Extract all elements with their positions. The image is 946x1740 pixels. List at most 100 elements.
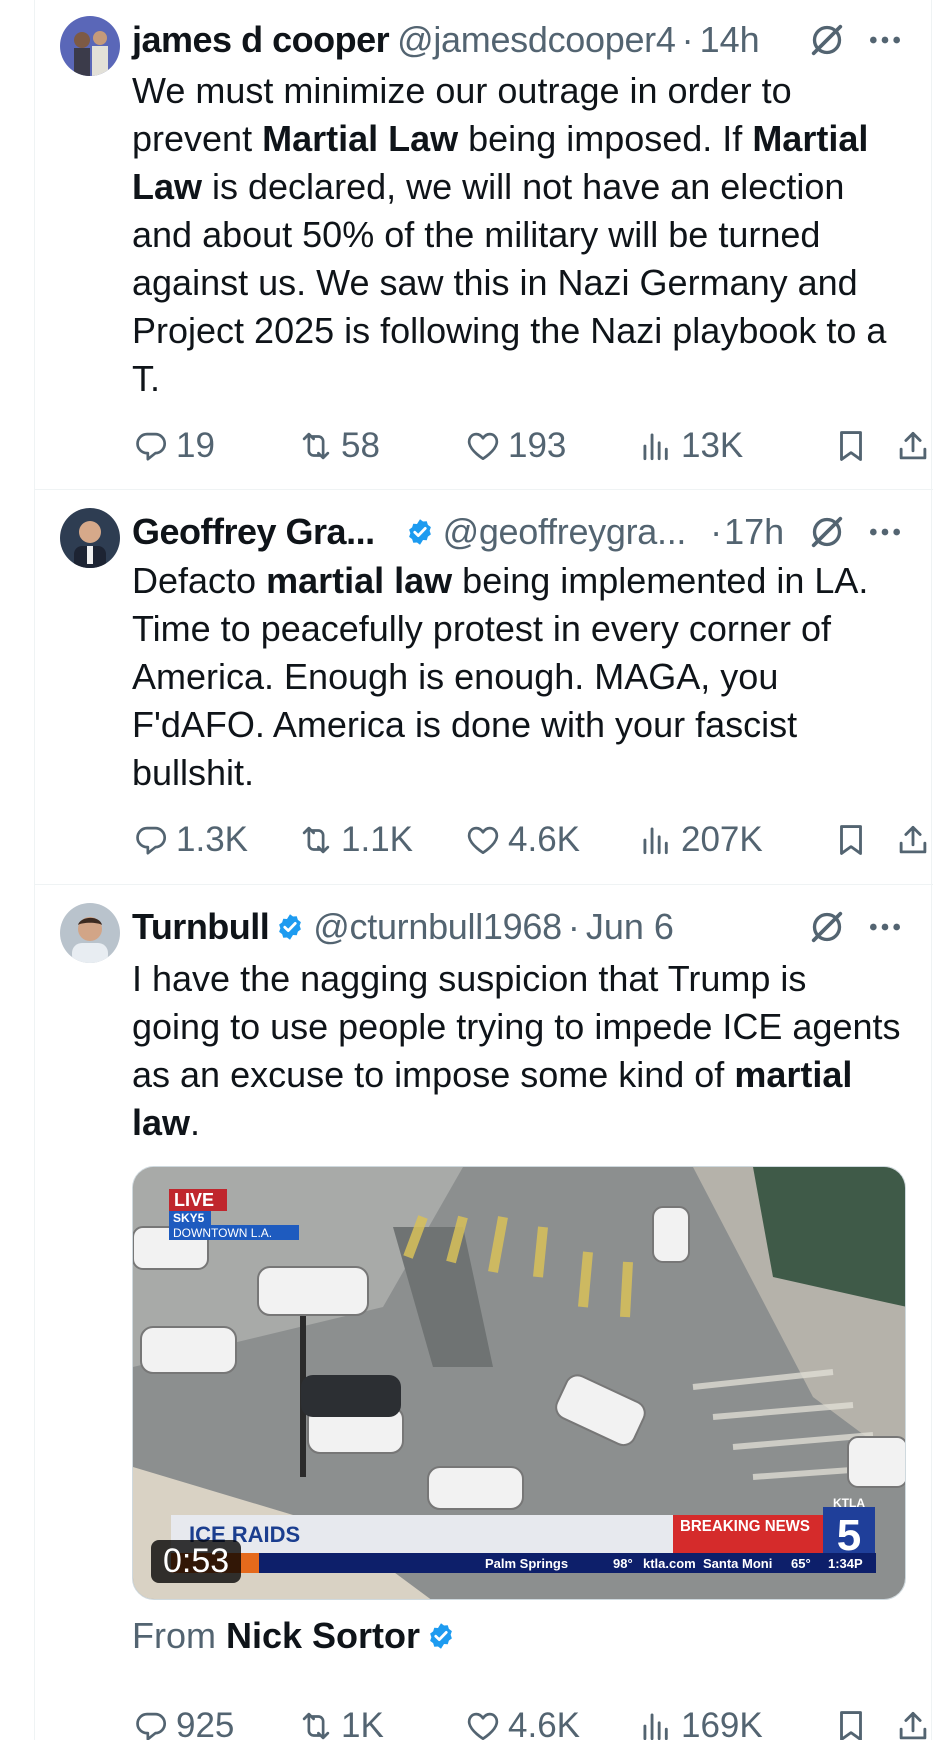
display-name[interactable]: james d cooper — [132, 19, 390, 61]
timestamp[interactable]: 14h — [700, 19, 760, 61]
tweet[interactable]: Turnbull @cturnbull1968 · Jun 6 I have t… — [35, 885, 933, 1740]
live-label: LIVE — [174, 1190, 214, 1210]
timestamp[interactable]: Jun 6 — [586, 906, 674, 948]
ticker-item: Santa Moni — [703, 1556, 772, 1571]
repost-icon — [297, 821, 335, 859]
repost-button[interactable]: 1K — [297, 1702, 384, 1740]
avatar[interactable] — [60, 903, 120, 963]
highlighted-term: martial law — [266, 560, 453, 601]
separator-dot: · — [710, 511, 723, 552]
view-count: 169K — [681, 1706, 763, 1740]
from-prefix: From — [132, 1615, 216, 1656]
tweet-header: Turnbull @cturnbull1968 · Jun 6 — [132, 905, 913, 949]
views-icon — [637, 821, 675, 859]
source-account[interactable]: Nick Sortor — [226, 1615, 420, 1657]
bookmark-button[interactable] — [832, 1702, 870, 1740]
more-icon[interactable] — [865, 20, 905, 60]
repost-count: 1K — [341, 1706, 384, 1740]
share-icon — [894, 427, 932, 465]
text-segment: . — [190, 1102, 201, 1143]
tweet-header: Geoffrey Gra... @geoffreygra... · 17h — [132, 510, 913, 554]
like-icon — [464, 1707, 502, 1740]
share-button[interactable] — [894, 1702, 932, 1740]
like-count: 4.6K — [508, 820, 580, 859]
share-button[interactable] — [894, 816, 932, 864]
reply-count: 1.3K — [176, 820, 248, 859]
repost-count: 58 — [341, 426, 380, 465]
more-icon[interactable] — [865, 907, 905, 947]
views-button[interactable]: 169K — [637, 1702, 763, 1740]
channel-number: 5 — [837, 1511, 861, 1560]
display-name[interactable]: Turnbull — [132, 906, 270, 948]
reply-count: 19 — [176, 426, 215, 465]
reply-icon — [132, 427, 170, 465]
like-count: 4.6K — [508, 1706, 580, 1740]
more-icon[interactable] — [865, 512, 905, 552]
timestamp[interactable]: 17h — [724, 511, 784, 553]
avatar[interactable] — [60, 508, 120, 568]
views-icon — [637, 427, 675, 465]
views-button[interactable]: 207K — [637, 816, 763, 864]
like-button[interactable]: 4.6K — [464, 1702, 580, 1740]
grok-icon[interactable] — [807, 907, 847, 947]
ticker-item: 98° — [613, 1556, 633, 1571]
bookmark-icon — [832, 427, 870, 465]
repost-button[interactable]: 1.1K — [297, 816, 413, 864]
repost-button[interactable]: 58 — [297, 422, 380, 470]
bookmark-icon — [832, 821, 870, 859]
reply-button[interactable]: 1.3K — [132, 816, 248, 864]
views-icon — [637, 1707, 675, 1740]
verified-badge-icon — [405, 517, 435, 547]
reply-button[interactable]: 925 — [132, 1702, 234, 1740]
reply-icon — [132, 1707, 170, 1740]
tweet-text: We must minimize our outrage in order to… — [132, 67, 903, 403]
video-thumbnail: LIVE SKY5 DOWNTOWN L.A. ICE RAIDS BREAKI… — [133, 1167, 905, 1599]
like-icon — [464, 427, 502, 465]
share-button[interactable] — [894, 422, 932, 470]
user-handle[interactable]: @geoffreygra... — [443, 511, 687, 553]
separator-dot: · — [681, 19, 694, 60]
share-icon — [894, 821, 932, 859]
grok-icon[interactable] — [807, 20, 847, 60]
tweet[interactable]: james d cooper @jamesdcooper4 · 14h We m… — [35, 0, 933, 490]
bookmark-button[interactable] — [832, 816, 870, 864]
breaking-label: BREAKING NEWS — [680, 1518, 810, 1535]
like-button[interactable]: 193 — [464, 422, 566, 470]
video-duration: 0:53 — [151, 1540, 242, 1583]
verified-badge-icon — [275, 912, 305, 942]
text-segment: is declared, we will not have an electio… — [132, 166, 887, 399]
tweet-text: I have the nagging suspicion that Trump … — [132, 955, 903, 1147]
repost-count: 1.1K — [341, 820, 413, 859]
view-count: 207K — [681, 820, 763, 859]
grok-icon[interactable] — [807, 512, 847, 552]
tweet[interactable]: Geoffrey Gra... @geoffreygra... · 17h De… — [35, 490, 933, 885]
display-name[interactable]: Geoffrey Gra... — [132, 511, 375, 553]
repost-icon — [297, 1707, 335, 1740]
sky-label: SKY5 — [173, 1211, 205, 1225]
attribution: From Nick Sortor — [132, 1615, 456, 1657]
like-count: 193 — [508, 426, 567, 465]
bookmark-button[interactable] — [832, 422, 870, 470]
reply-button[interactable]: 19 — [132, 422, 215, 470]
video-player[interactable]: LIVE SKY5 DOWNTOWN L.A. ICE RAIDS BREAKI… — [132, 1166, 906, 1600]
separator-dot: · — [567, 906, 580, 947]
bookmark-icon — [832, 1707, 870, 1740]
like-button[interactable]: 4.6K — [464, 816, 580, 864]
ticker-item: 65° — [791, 1556, 811, 1571]
location-label: DOWNTOWN L.A. — [173, 1226, 272, 1240]
repost-icon — [297, 427, 335, 465]
tweet-header: james d cooper @jamesdcooper4 · 14h — [132, 18, 913, 62]
like-icon — [464, 821, 502, 859]
tweet-actions: 1.3K 1.1K 4.6K 207K — [132, 816, 932, 864]
timeline-feed: james d cooper @jamesdcooper4 · 14h We m… — [34, 0, 933, 1740]
text-segment: being imposed. If — [458, 118, 753, 159]
avatar[interactable] — [60, 16, 120, 76]
user-handle[interactable]: @jamesdcooper4 — [397, 19, 676, 61]
views-button[interactable]: 13K — [637, 422, 743, 470]
text-segment: Defacto — [132, 560, 267, 601]
ticker-item: 1:34P — [828, 1556, 863, 1571]
user-handle[interactable]: @cturnbull1968 — [313, 906, 562, 948]
tweet-actions: 925 1K 4.6K 169K — [132, 1702, 932, 1740]
view-count: 13K — [681, 426, 744, 465]
reply-icon — [132, 821, 170, 859]
